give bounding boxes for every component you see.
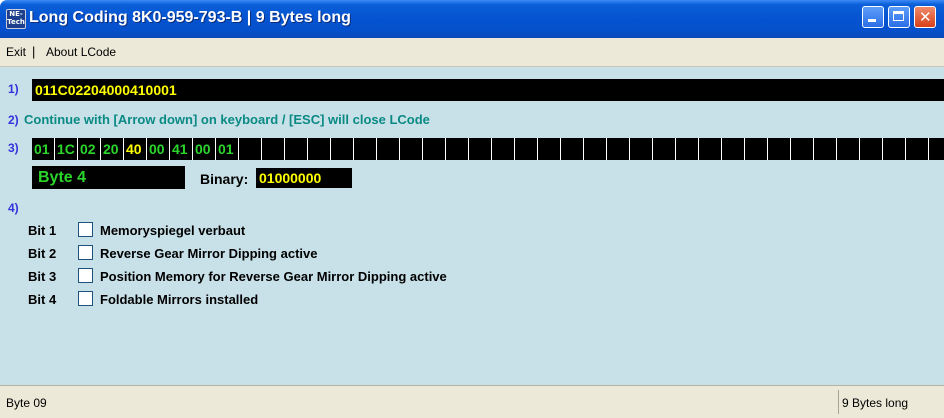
byte-cell-empty[interactable]: [285, 138, 308, 160]
menu-exit[interactable]: Exit: [6, 45, 26, 59]
byte-cell-empty[interactable]: [239, 138, 262, 160]
byte-cell[interactable]: 40: [124, 138, 147, 160]
byte-cell-empty[interactable]: [929, 138, 944, 160]
byte-cell[interactable]: 00: [193, 138, 216, 160]
ne-tech-app-icon: NE- Tech: [6, 9, 26, 29]
status-length: 9 Bytes long: [842, 396, 909, 410]
bit-3-checkbox[interactable]: [78, 268, 93, 283]
coding-value-field[interactable]: 011C02204000410001: [32, 79, 944, 101]
byte-cell[interactable]: 01: [216, 138, 239, 160]
menu-separator: |: [32, 44, 36, 59]
byte-cell[interactable]: 41: [170, 138, 193, 160]
byte-cell-empty[interactable]: [262, 138, 285, 160]
bit-description: Reverse Gear Mirror Dipping active: [100, 246, 318, 261]
byte-cell-empty[interactable]: [883, 138, 906, 160]
status-bar: Byte 09 9 Bytes long: [0, 385, 944, 418]
binary-label: Binary:: [200, 171, 249, 187]
byte-cell-empty[interactable]: [515, 138, 538, 160]
byte-cell-empty[interactable]: [768, 138, 791, 160]
byte-cell-empty[interactable]: [354, 138, 377, 160]
selected-byte-label: Byte 4: [32, 166, 185, 189]
step-2-label: 2): [8, 113, 19, 127]
byte-cell-empty[interactable]: [561, 138, 584, 160]
byte-cell-empty[interactable]: [584, 138, 607, 160]
byte-cell-empty[interactable]: [469, 138, 492, 160]
bit-2-checkbox[interactable]: [78, 245, 93, 260]
byte-cell-empty[interactable]: [607, 138, 630, 160]
bit-label: Bit 4: [28, 292, 57, 307]
byte-cell[interactable]: 1C: [55, 138, 78, 160]
bit-description: Position Memory for Reverse Gear Mirror …: [100, 269, 447, 284]
byte-cell-empty[interactable]: [446, 138, 469, 160]
byte-cell[interactable]: 00: [147, 138, 170, 160]
instruction-hint: Continue with [Arrow down] on keyboard /…: [24, 112, 430, 127]
status-divider: [838, 390, 839, 414]
byte-cell-empty[interactable]: [331, 138, 354, 160]
byte-cell-empty[interactable]: [630, 138, 653, 160]
byte-cell[interactable]: 02: [78, 138, 101, 160]
app-icon-text-bottom: Tech: [7, 18, 25, 26]
app-icon-text-top: NE-: [9, 10, 23, 18]
coding-panel: 1) 011C02204000410001 2) Continue with […: [0, 67, 944, 385]
close-button[interactable]: [914, 6, 936, 28]
bit-label: Bit 3: [28, 269, 57, 284]
byte-cell-empty[interactable]: [837, 138, 860, 160]
bit-label: Bit 2: [28, 246, 57, 261]
binary-value: 01000000: [256, 168, 352, 188]
menu-about-lcode[interactable]: About LCode: [46, 45, 116, 59]
byte-cell[interactable]: 20: [101, 138, 124, 160]
byte-cell-empty[interactable]: [906, 138, 929, 160]
byte-cell-empty[interactable]: [860, 138, 883, 160]
bit-description: Foldable Mirrors installed: [100, 292, 259, 307]
step-4-label: 4): [8, 201, 19, 215]
byte-cell-empty[interactable]: [745, 138, 768, 160]
byte-cell-empty[interactable]: [722, 138, 745, 160]
bit-label: Bit 1: [28, 223, 57, 238]
byte-cell[interactable]: 01: [32, 138, 55, 160]
byte-cell-empty[interactable]: [538, 138, 561, 160]
minimize-button[interactable]: [862, 6, 884, 28]
bit-1-checkbox[interactable]: [78, 222, 93, 237]
byte-cell-empty[interactable]: [400, 138, 423, 160]
maximize-button[interactable]: [888, 6, 910, 28]
byte-cell-empty[interactable]: [653, 138, 676, 160]
title-bar[interactable]: NE- Tech Long Coding 8K0-959-793-B | 9 B…: [0, 0, 944, 38]
byte-selector-row: 01 1C 02 20 40 00 41 00 01: [32, 138, 944, 160]
byte-cell-empty[interactable]: [791, 138, 814, 160]
bit-description: Memoryspiegel verbaut: [100, 223, 246, 238]
menu-bar: Exit | About LCode: [0, 38, 944, 67]
byte-cell-empty[interactable]: [308, 138, 331, 160]
step-1-label: 1): [8, 82, 19, 96]
byte-cell-empty[interactable]: [676, 138, 699, 160]
status-current-byte: Byte 09: [6, 396, 47, 410]
byte-cell-empty[interactable]: [699, 138, 722, 160]
byte-cell-empty[interactable]: [814, 138, 837, 160]
window-title: Long Coding 8K0-959-793-B | 9 Bytes long: [29, 9, 351, 26]
byte-cell-empty[interactable]: [492, 138, 515, 160]
lcode-window: NE- Tech Long Coding 8K0-959-793-B | 9 B…: [0, 0, 944, 418]
byte-cell-empty[interactable]: [423, 138, 446, 160]
step-3-label: 3): [8, 141, 19, 155]
bit-4-checkbox[interactable]: [78, 291, 93, 306]
byte-cell-empty[interactable]: [377, 138, 400, 160]
